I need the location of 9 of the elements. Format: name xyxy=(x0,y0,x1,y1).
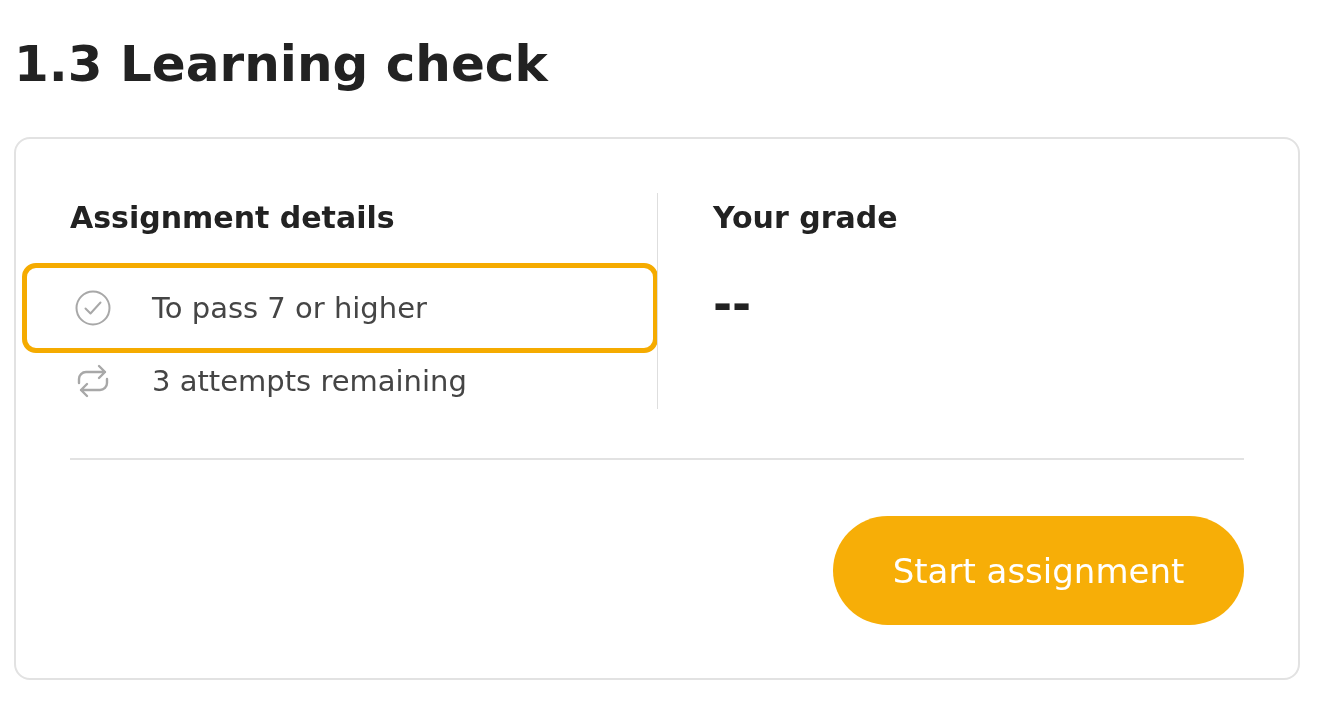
section-heading: Your grade xyxy=(713,199,898,237)
detail-text: To pass 7 or higher xyxy=(152,291,427,325)
check-circle-icon xyxy=(75,290,111,326)
section-heading: Assignment details xyxy=(70,199,395,237)
repeat-arrows-icon xyxy=(75,363,111,399)
page-title: 1.3 Learning check xyxy=(14,34,548,95)
start-assignment-button[interactable]: Start assignment xyxy=(833,516,1244,625)
grade-value: -- xyxy=(713,279,752,329)
detail-text: 3 attempts remaining xyxy=(152,364,467,398)
